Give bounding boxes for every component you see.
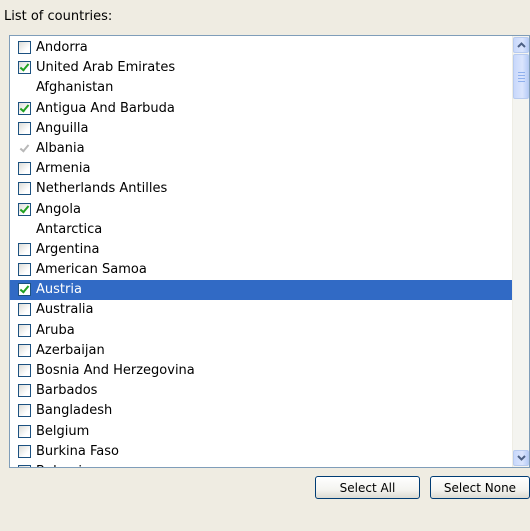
country-label: Barbados	[36, 383, 98, 399]
thumb-grip-line	[518, 72, 525, 73]
country-label: Netherlands Antilles	[36, 181, 168, 197]
country-row[interactable]: American Samoa	[10, 260, 514, 280]
country-label: Bulgaria	[36, 462, 90, 467]
country-checkbox[interactable]	[18, 121, 31, 135]
country-row[interactable]: Aruba	[10, 321, 514, 341]
list-caption: List of countries:	[4, 9, 113, 24]
country-checkbox	[18, 223, 31, 236]
country-row[interactable]: Anguilla	[10, 119, 514, 139]
country-row[interactable]: Australia	[10, 300, 514, 320]
country-row[interactable]: Bangladesh	[10, 401, 514, 421]
country-row[interactable]: Argentina	[10, 240, 514, 260]
country-label: Afghanistan	[36, 80, 114, 96]
country-row[interactable]: United Arab Emirates	[10, 58, 514, 78]
country-items: Andorra United Arab Emirates Afghanistan An…	[10, 38, 514, 467]
scroll-down-button[interactable]	[513, 450, 529, 466]
country-checkbox[interactable]	[18, 384, 31, 398]
country-checkbox[interactable]	[18, 41, 31, 54]
country-label: Andorra	[36, 40, 88, 55]
country-label: Argentina	[36, 241, 100, 257]
thumb-grip-line	[518, 75, 525, 76]
country-row[interactable]: Bosnia And Herzegovina	[10, 361, 514, 381]
country-checkbox[interactable]	[18, 464, 31, 467]
country-label: Australia	[36, 302, 94, 318]
country-checkbox	[18, 142, 31, 155]
scroll-up-button[interactable]	[513, 37, 529, 53]
country-label: United Arab Emirates	[36, 60, 176, 76]
country-label: Azerbaijan	[36, 342, 105, 358]
country-row[interactable]: Bulgaria	[10, 462, 514, 467]
country-checkbox[interactable]	[18, 424, 31, 438]
country-row[interactable]: Albania	[10, 139, 514, 159]
country-label: Austria	[36, 282, 82, 298]
country-row[interactable]: Austria	[10, 280, 514, 301]
country-checkbox[interactable]	[18, 343, 31, 357]
country-row[interactable]: Andorra	[10, 38, 514, 58]
country-label: Albania	[36, 140, 85, 156]
country-label: Burkina Faso	[36, 443, 119, 459]
country-checkbox[interactable]	[18, 283, 31, 297]
chevron-up-icon	[517, 42, 526, 48]
country-checkbox[interactable]	[18, 242, 31, 256]
country-checkbox[interactable]	[18, 101, 31, 115]
country-row[interactable]: Belgium	[10, 422, 514, 442]
country-label: Antarctica	[36, 221, 103, 237]
select-all-button[interactable]: Select All	[315, 476, 420, 499]
country-label: Aruba	[36, 322, 75, 338]
chevron-down-icon	[517, 455, 526, 461]
country-checkbox[interactable]	[18, 61, 31, 75]
country-label: Antigua And Barbuda	[36, 100, 175, 116]
country-checkbox	[18, 81, 31, 94]
thumb-grip-line	[518, 78, 525, 79]
country-checkbox[interactable]	[18, 404, 31, 418]
country-checklist[interactable]: Andorra United Arab Emirates Afghanistan An…	[9, 35, 530, 468]
country-label: Anguilla	[36, 120, 89, 136]
country-checkbox[interactable]	[18, 444, 31, 458]
country-row[interactable]: Netherlands Antilles	[10, 179, 514, 199]
country-row[interactable]: Azerbaijan	[10, 341, 514, 361]
country-label: Angola	[36, 201, 81, 217]
country-row[interactable]: Angola	[10, 200, 514, 220]
thumb-grip-line	[518, 81, 525, 82]
country-row[interactable]: Afghanistan	[10, 78, 514, 98]
country-checkbox[interactable]	[18, 263, 31, 277]
country-selection-panel: List of countries: Andorra United Arab Em…	[0, 0, 530, 531]
country-checkbox[interactable]	[18, 364, 31, 377]
scroll-thumb[interactable]	[513, 54, 529, 99]
country-checkbox[interactable]	[18, 182, 31, 196]
country-checkbox[interactable]	[18, 162, 31, 176]
country-row[interactable]: Armenia	[10, 159, 514, 179]
country-label: Armenia	[36, 161, 91, 177]
country-row[interactable]: Barbados	[10, 381, 514, 401]
vertical-scrollbar[interactable]	[512, 36, 529, 467]
select-none-button[interactable]: Select None	[430, 476, 530, 499]
country-checkbox[interactable]	[18, 323, 31, 337]
country-checkbox[interactable]	[18, 202, 31, 216]
country-label: American Samoa	[36, 262, 147, 278]
country-row[interactable]: Burkina Faso	[10, 442, 514, 462]
country-row[interactable]: Antarctica	[10, 220, 514, 240]
country-label: Bangladesh	[36, 403, 113, 419]
country-label: Bosnia And Herzegovina	[36, 363, 195, 378]
country-label: Belgium	[36, 423, 90, 439]
country-checkbox[interactable]	[18, 303, 31, 317]
country-row[interactable]: Antigua And Barbuda	[10, 99, 514, 119]
